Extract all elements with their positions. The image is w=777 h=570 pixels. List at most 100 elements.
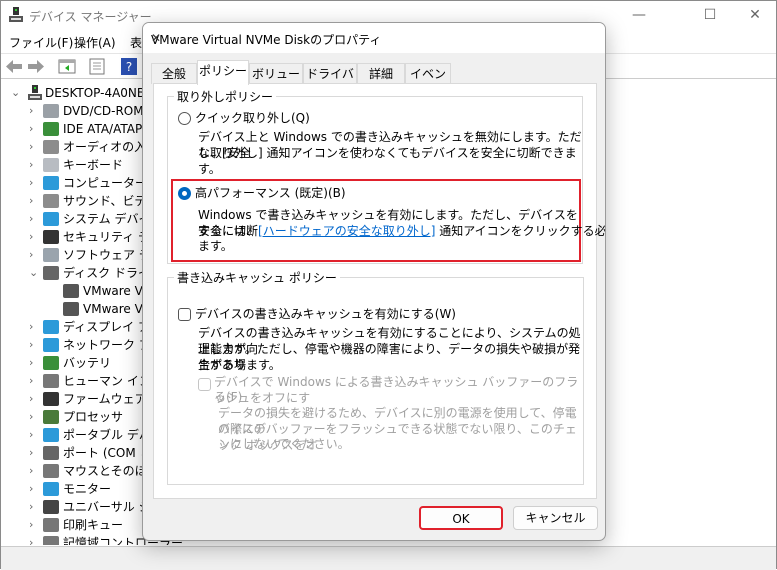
dialog-title-bar: VMware Virtual NVMe Diskのプロパティ ✕	[143, 23, 605, 53]
tree-item-label: IDE ATA/ATAPI	[63, 122, 146, 136]
better-performance-desc: するには、[ハードウェアの安全な取り外し] 通知アイコンをクリックする必要があり	[198, 223, 606, 239]
tree-root-label: DESKTOP-4A0NBV	[45, 86, 153, 100]
device-category-icon	[43, 338, 59, 352]
tree-item-label: モニター	[63, 482, 112, 496]
device-category-icon	[43, 518, 59, 532]
svg-text:?: ?	[126, 60, 132, 74]
chevron-right-icon[interactable]: ›	[29, 354, 39, 372]
device-category-icon	[43, 212, 59, 226]
better-performance-radio[interactable]	[178, 187, 191, 200]
tree-item-label: 印刷キュー	[63, 518, 124, 532]
menu-view[interactable]: 表	[130, 34, 142, 51]
menu-file[interactable]: ファイル(F)	[9, 34, 73, 51]
chevron-right-icon[interactable]: ›	[29, 192, 39, 210]
enable-write-cache-label[interactable]: デバイスの書き込みキャッシュを有効にする(W)	[195, 306, 456, 322]
device-category-icon	[43, 356, 59, 370]
device-category-icon	[43, 158, 59, 172]
quick-removal-radio[interactable]	[178, 112, 191, 125]
device-category-icon	[43, 266, 59, 280]
device-category-icon	[43, 248, 59, 262]
chevron-right-icon[interactable]: ›	[29, 372, 39, 390]
chevron-down-icon[interactable]: ⌄	[11, 84, 21, 102]
tree-item-label: VMware Vir	[83, 284, 151, 298]
maximize-button[interactable]: ☐	[695, 5, 725, 25]
computer-icon	[28, 85, 42, 100]
device-category-icon	[43, 374, 59, 388]
quick-removal-label[interactable]: クイック取り外し(Q)	[195, 110, 310, 126]
tree-item-label: DVD/CD-ROM	[63, 104, 144, 118]
enable-write-cache-desc: 合があります。	[198, 358, 281, 372]
chevron-right-icon[interactable]: ›	[29, 156, 39, 174]
chevron-right-icon[interactable]: ›	[29, 102, 39, 120]
tree-item-label: VMware Vir	[83, 302, 151, 316]
safely-remove-link[interactable]: [ハードウェアの安全な取り外し]	[258, 224, 435, 238]
desc-text: するには、	[198, 224, 259, 238]
turn-off-flush-checkbox[interactable]	[198, 378, 211, 391]
turn-off-flush-desc: ンにしないでください。	[218, 437, 350, 451]
chevron-right-icon[interactable]: ›	[29, 426, 39, 444]
write-cache-group: 書き込みキャッシュ ポリシー デバイスの書き込みキャッシュを有効にする(W) デ…	[167, 269, 584, 485]
removal-policy-group: 取り外しポリシー クイック取り外し(Q) デバイス上と Windows での書き…	[167, 88, 605, 264]
device-category-icon	[43, 194, 59, 208]
chevron-right-icon[interactable]: ›	[29, 408, 39, 426]
tree-item-label: コンピューター	[63, 176, 148, 190]
dialog-close-button[interactable]: ✕	[151, 31, 595, 45]
device-category-icon	[43, 536, 59, 545]
chevron-right-icon[interactable]: ›	[29, 462, 39, 480]
chevron-down-icon[interactable]: ⌄	[29, 264, 39, 282]
device-category-icon	[43, 122, 59, 136]
tree-item-label: プロセッサ	[63, 410, 124, 424]
tab-events[interactable]: イベント	[405, 63, 451, 101]
chevron-right-icon[interactable]: ›	[29, 120, 39, 138]
chevron-right-icon[interactable]: ›	[29, 210, 39, 228]
chevron-right-icon[interactable]: ›	[29, 318, 39, 336]
chevron-right-icon[interactable]: ›	[29, 444, 39, 462]
chevron-right-icon[interactable]: ›	[29, 534, 39, 545]
tab-general[interactable]: 全般	[151, 63, 197, 84]
device-category-icon	[43, 410, 59, 424]
chevron-right-icon[interactable]: ›	[29, 336, 39, 354]
chevron-right-icon[interactable]: ›	[29, 480, 39, 498]
device-category-icon	[63, 302, 79, 316]
device-category-icon	[63, 284, 79, 298]
properties-icon[interactable]	[88, 58, 106, 75]
chevron-right-icon[interactable]: ›	[29, 174, 39, 192]
chevron-right-icon[interactable]: ›	[29, 390, 39, 408]
chevron-right-icon[interactable]: ›	[29, 516, 39, 534]
write-cache-legend: 書き込みキャッシュ ポリシー	[174, 269, 340, 286]
minimize-button[interactable]: —	[624, 5, 654, 25]
tab-details[interactable]: 詳細	[357, 63, 405, 84]
device-category-icon	[43, 392, 59, 406]
tree-item-label: ファームウェア	[63, 392, 147, 406]
device-category-icon	[43, 104, 59, 118]
device-category-icon	[43, 500, 59, 514]
tree-item-label: キーボード	[63, 158, 124, 172]
quick-removal-desc: な取り外し] 通知アイコンを使わなくてもデバイスを安全に切断できます。	[198, 146, 577, 176]
device-category-icon	[43, 482, 59, 496]
device-manager-icon	[9, 7, 23, 22]
cancel-button[interactable]: キャンセル	[513, 506, 598, 530]
tab-driver[interactable]: ドライバー	[303, 63, 357, 101]
chevron-right-icon[interactable]: ›	[29, 246, 39, 264]
forward-icon[interactable]	[27, 58, 45, 75]
chevron-right-icon[interactable]: ›	[29, 138, 39, 156]
help-icon[interactable]: ?	[120, 58, 138, 75]
tab-policy[interactable]: ポリシー	[197, 60, 249, 85]
policy-panel: 取り外しポリシー クイック取り外し(Q) デバイス上と Windows での書き…	[153, 83, 605, 499]
turn-off-flush-label[interactable]: る(F)	[214, 389, 242, 405]
device-category-icon	[43, 428, 59, 442]
desc-text: 通知アイコンをクリックする必要があり	[439, 224, 606, 238]
back-icon[interactable]	[5, 58, 23, 75]
ok-button[interactable]: OK	[419, 506, 503, 530]
close-button[interactable]: ✕	[740, 5, 770, 25]
console-tree-icon[interactable]	[58, 58, 76, 75]
menu-action[interactable]: 操作(A)	[74, 34, 116, 51]
turn-off-flush-label[interactable]: デバイスで Windows による書き込みキャッシュ バッファーのフラッシュをオ…	[214, 374, 583, 406]
tab-volume[interactable]: ボリューム	[249, 63, 303, 101]
better-performance-desc: ます。	[198, 239, 233, 253]
enable-write-cache-checkbox[interactable]	[178, 308, 191, 321]
chevron-right-icon[interactable]: ›	[29, 228, 39, 246]
chevron-right-icon[interactable]: ›	[29, 498, 39, 516]
window-title: デバイス マネージャー	[29, 10, 152, 24]
better-performance-label[interactable]: 高パフォーマンス (既定)(B)	[195, 185, 346, 201]
